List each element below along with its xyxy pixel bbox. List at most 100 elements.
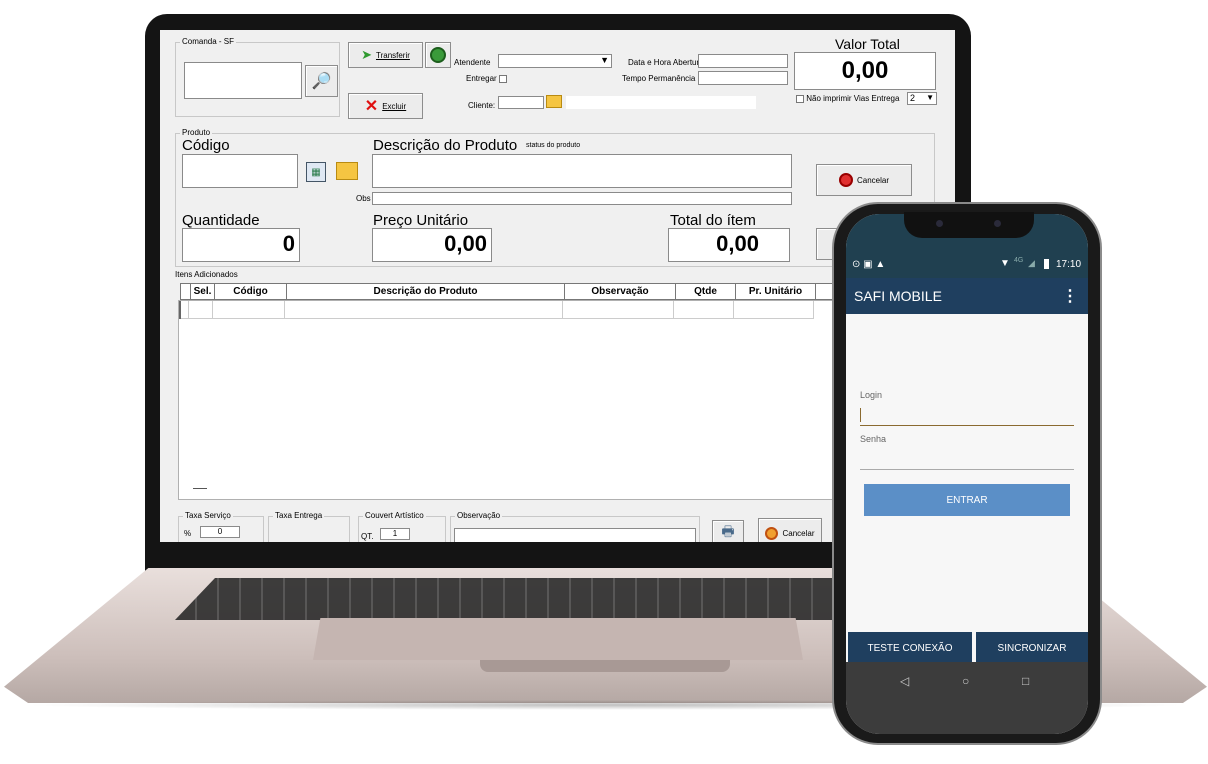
teste-conexao-button[interactable]: TESTE CONEXÃO xyxy=(848,632,972,664)
obs-label: Obs xyxy=(356,194,371,203)
cancelar-label: Cancelar xyxy=(856,175,889,185)
cliente-input[interactable] xyxy=(498,96,544,109)
print-button[interactable]: 🖶 xyxy=(712,520,744,542)
preco-unitario-value: 0,00 xyxy=(444,231,487,256)
phone-screen: ⊙ ▣ ▲ ▼ 4G ◢ 17:10 SAFI MOBILE ⋮ Login S… xyxy=(846,214,1088,734)
cancelar-button[interactable]: Cancelar xyxy=(816,164,912,196)
open-folder-button[interactable] xyxy=(336,162,358,180)
table-row[interactable] xyxy=(179,301,814,319)
nao-imprimir-label: Não imprimir Vias Entrega xyxy=(806,94,900,103)
valor-total-value: 0,00 xyxy=(841,57,889,84)
senha-input[interactable] xyxy=(860,450,1074,470)
refresh-button[interactable] xyxy=(425,42,451,68)
laptop-trackpad xyxy=(313,618,803,660)
valor-total-label: Valor Total xyxy=(835,36,900,52)
valor-total-display: 0,00 xyxy=(794,52,936,90)
taxa-servico-title: Taxa Serviço xyxy=(183,511,233,520)
column-header[interactable]: Observação xyxy=(565,284,676,299)
comanda-input[interactable] xyxy=(184,62,302,99)
comanda-group-title: Comanda - SF xyxy=(180,37,237,46)
more-options-icon[interactable]: ⋮ xyxy=(1062,286,1078,306)
entrar-button[interactable]: ENTRAR xyxy=(864,484,1070,516)
close-icon: ✕ xyxy=(364,98,379,115)
data-hora-label: Data e Hora Abertura xyxy=(628,58,704,67)
status-time: 17:10 xyxy=(1056,259,1082,270)
cancel-icon xyxy=(838,173,853,187)
transferir-button[interactable]: ➤ Transferir xyxy=(348,42,423,68)
app-title: SAFI MOBILE xyxy=(854,288,942,304)
transferir-label: Transferir xyxy=(375,50,410,60)
printer-icon: 🖶 xyxy=(721,523,735,539)
codigo-input[interactable] xyxy=(182,154,298,188)
wifi-icon: ▼ xyxy=(1000,258,1010,269)
excluir-label: Excluir xyxy=(382,101,407,111)
cancel-icon xyxy=(765,526,779,540)
quantidade-label: Quantidade xyxy=(182,212,260,229)
descricao-input[interactable] xyxy=(372,154,792,188)
cancelar-bottom-button[interactable]: Cancelar xyxy=(758,518,822,542)
descricao-label: Descrição do Produto xyxy=(373,137,518,154)
phone-camera xyxy=(936,220,943,227)
tempo-permanencia-label: Tempo Permanência xyxy=(622,74,696,83)
nav-recent-icon[interactable]: □ xyxy=(1022,674,1029,688)
login-input[interactable] xyxy=(860,406,1074,426)
excluir-button[interactable]: ✕ Excluir xyxy=(348,93,423,119)
nav-back-icon[interactable]: ◁ xyxy=(900,674,909,688)
network-label: 4G xyxy=(1014,257,1024,264)
itens-grid-header: Sel. Código Descrição do Produto Observa… xyxy=(180,283,837,300)
barcode-button[interactable]: ▦ xyxy=(306,162,326,182)
chevron-down-icon: ▼ xyxy=(600,55,609,65)
quantidade-input[interactable]: 0 xyxy=(182,228,300,262)
preco-unitario-input[interactable]: 0,00 xyxy=(372,228,492,262)
laptop-hinge-notch xyxy=(480,660,730,672)
entrar-label: ENTRAR xyxy=(946,494,988,506)
total-item-value: 0,00 xyxy=(716,231,759,256)
signal-icon: ◢ xyxy=(1028,258,1035,268)
senha-underline xyxy=(860,469,1074,470)
sincronizar-label: SINCRONIZAR xyxy=(997,642,1067,654)
itens-grid xyxy=(178,300,838,500)
couvert-qt-input[interactable]: 1 xyxy=(380,528,410,540)
observacao-input[interactable] xyxy=(454,528,696,542)
couvert-qt-value: 1 xyxy=(392,529,398,538)
phone-app-bar: SAFI MOBILE ⋮ xyxy=(846,278,1088,314)
sincronizar-button[interactable]: SINCRONIZAR xyxy=(976,632,1088,664)
battery-icon xyxy=(1044,259,1049,269)
phone-status-bar: ⊙ ▣ ▲ ▼ 4G ◢ 17:10 xyxy=(846,254,1088,278)
column-header[interactable]: Código xyxy=(215,284,287,299)
cancelar-bottom-label: Cancelar xyxy=(782,528,815,538)
column-header[interactable]: Descrição do Produto xyxy=(287,284,565,299)
qt-label: QT. xyxy=(361,532,374,541)
refresh-icon xyxy=(430,47,446,63)
taxa-entrega-group: Taxa Entrega xyxy=(268,511,350,542)
teste-conexao-label: TESTE CONEXÃO xyxy=(867,642,953,654)
cliente-name-display xyxy=(566,96,756,109)
codigo-label: Código xyxy=(182,137,230,154)
tempo-permanencia-input xyxy=(698,71,788,85)
atendente-label: Atendente xyxy=(454,58,491,67)
phone-sensor xyxy=(994,220,1001,227)
nav-home-icon[interactable]: ○ xyxy=(962,674,969,688)
vias-select[interactable]: 2 ▼ xyxy=(907,92,937,105)
obs-input[interactable] xyxy=(372,192,792,205)
entregar-text: Entregar xyxy=(466,74,497,83)
column-header[interactable]: Pr. Unitário xyxy=(736,284,816,299)
nao-imprimir-checkbox[interactable] xyxy=(796,94,804,103)
status-icons: ⊙ ▣ ▲ xyxy=(852,259,886,270)
column-header[interactable]: Qtde xyxy=(676,284,736,299)
search-icon: 🔎 xyxy=(311,73,332,90)
total-item-display: 0,00 xyxy=(668,228,790,262)
taxa-servico-input[interactable]: 0 xyxy=(200,526,240,538)
couvert-title: Couvert Artístico xyxy=(363,511,426,520)
login-underline xyxy=(860,425,1074,426)
column-header[interactable]: Sel. xyxy=(191,284,215,299)
atendente-select[interactable]: ▼ xyxy=(498,54,612,68)
phone-notch xyxy=(904,212,1034,238)
cliente-folder-button[interactable] xyxy=(546,95,562,108)
comanda-search-button[interactable]: 🔎 xyxy=(305,65,338,97)
entregar-checkbox[interactable] xyxy=(498,74,507,83)
transfer-icon: ➤ xyxy=(361,47,372,62)
senha-label: Senha xyxy=(860,434,887,444)
text-cursor xyxy=(860,408,861,422)
chevron-down-icon: ▼ xyxy=(926,93,934,102)
